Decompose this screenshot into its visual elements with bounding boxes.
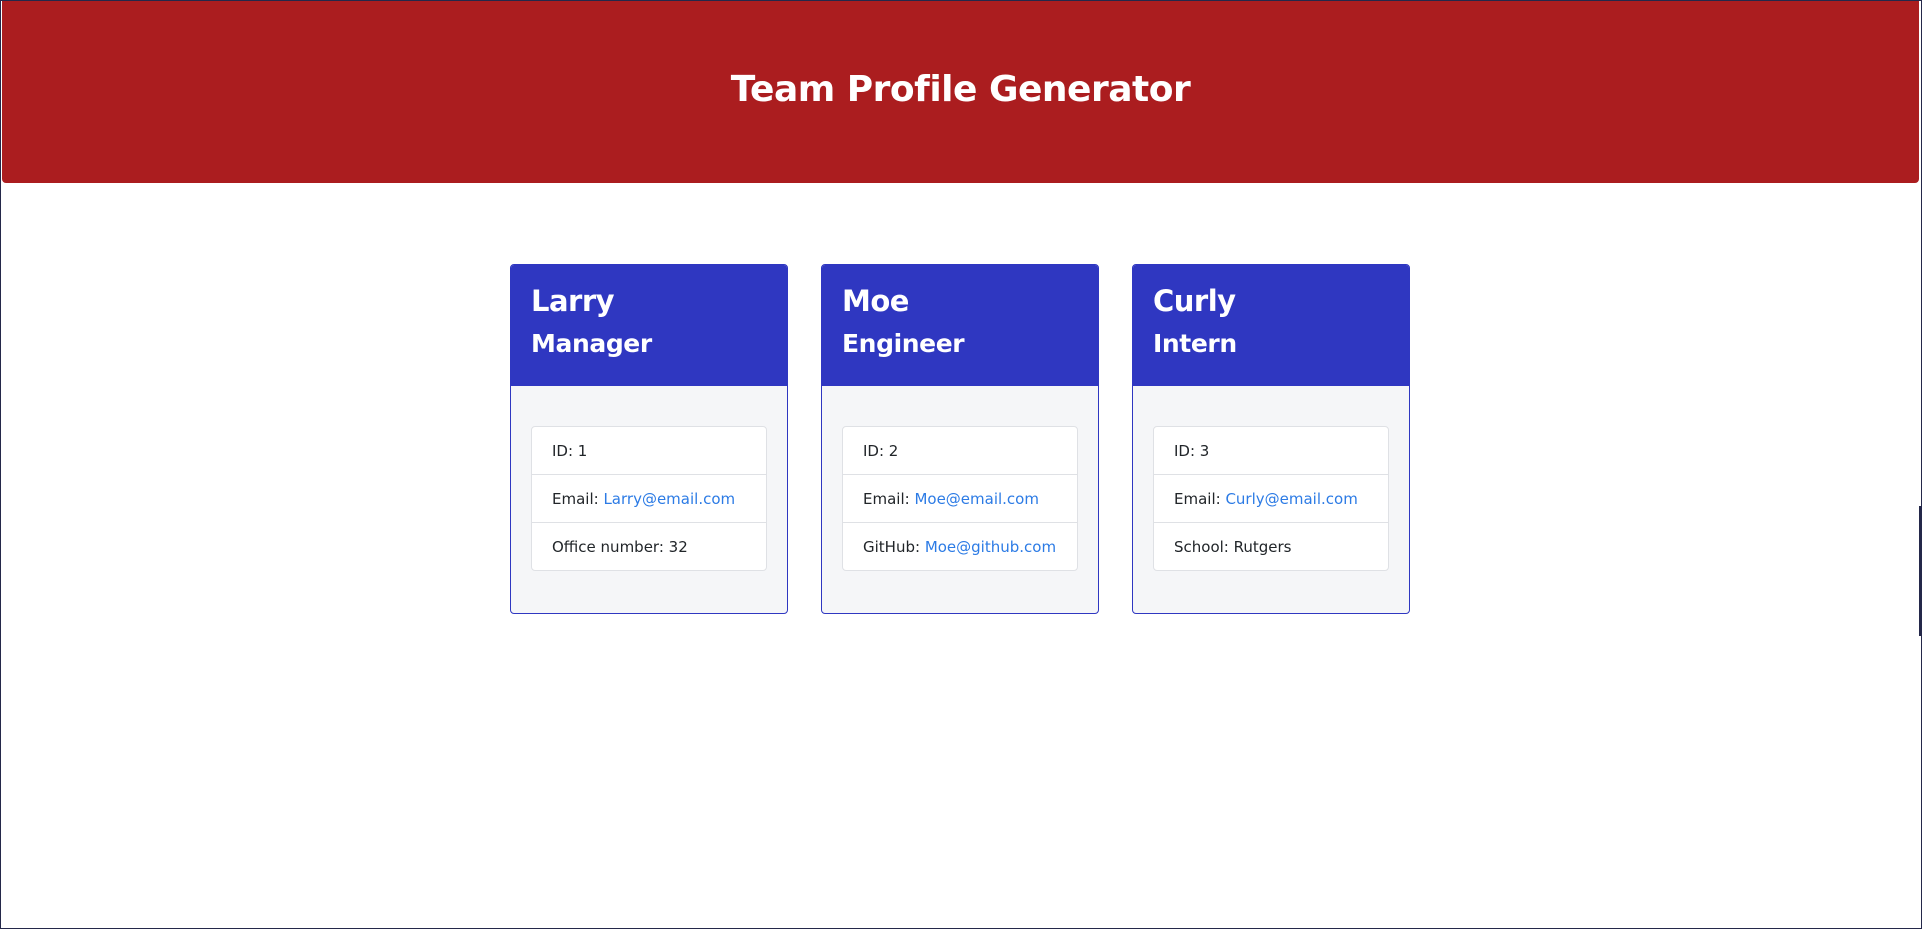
card-body: ID: 3 Email: Curly@email.com School: Rut… xyxy=(1133,386,1409,571)
header-banner: Team Profile Generator xyxy=(2,1,1919,183)
email-link[interactable]: Curly@email.com xyxy=(1225,490,1357,508)
employee-email: Email: Curly@email.com xyxy=(1154,474,1388,522)
employee-details: ID: 1 Email: Larry@email.com Office numb… xyxy=(531,426,767,571)
github-link[interactable]: Moe@github.com xyxy=(925,538,1056,556)
employee-role: Engineer xyxy=(842,329,965,358)
employee-card-manager: Larry Manager ID: 1 Email: Larry@email.c… xyxy=(510,264,788,614)
id-value: 3 xyxy=(1199,442,1210,460)
employee-card-engineer: Moe Engineer ID: 2 Email: Moe@email.com … xyxy=(821,264,1099,614)
page-frame: Team Profile Generator Larry Manager ID:… xyxy=(0,0,1922,929)
employee-github: GitHub: Moe@github.com xyxy=(843,522,1077,570)
team-cards: Larry Manager ID: 1 Email: Larry@email.c… xyxy=(510,264,1410,614)
employee-details: ID: 2 Email: Moe@email.com GitHub: Moe@g… xyxy=(842,426,1078,571)
employee-details: ID: 3 Email: Curly@email.com School: Rut… xyxy=(1153,426,1389,571)
card-header: Curly Intern xyxy=(1133,265,1409,386)
email-label: Email: xyxy=(1174,490,1226,508)
card-body: ID: 1 Email: Larry@email.com Office numb… xyxy=(511,386,787,571)
window-edge xyxy=(1919,506,1921,636)
employee-id: ID: 2 xyxy=(843,427,1077,474)
github-label: GitHub: xyxy=(863,538,925,556)
office-number-label: Office number: xyxy=(552,538,669,556)
email-link[interactable]: Moe@email.com xyxy=(914,490,1039,508)
employee-name: Curly xyxy=(1153,284,1236,318)
school-value: Rutgers xyxy=(1233,538,1292,556)
id-value: 2 xyxy=(888,442,899,460)
email-label: Email: xyxy=(863,490,915,508)
employee-office-number: Office number: 32 xyxy=(532,522,766,570)
employee-card-intern: Curly Intern ID: 3 Email: Curly@email.co… xyxy=(1132,264,1410,614)
id-label: ID: xyxy=(1174,442,1200,460)
employee-email: Email: Larry@email.com xyxy=(532,474,766,522)
employee-id: ID: 3 xyxy=(1154,427,1388,474)
card-body: ID: 2 Email: Moe@email.com GitHub: Moe@g… xyxy=(822,386,1098,571)
employee-school: School: Rutgers xyxy=(1154,522,1388,570)
page-title: Team Profile Generator xyxy=(730,68,1191,110)
id-label: ID: xyxy=(863,442,889,460)
office-number-value: 32 xyxy=(668,538,688,556)
employee-name: Moe xyxy=(842,284,909,318)
employee-name: Larry xyxy=(531,284,615,318)
card-header: Larry Manager xyxy=(511,265,787,386)
employee-email: Email: Moe@email.com xyxy=(843,474,1077,522)
employee-id: ID: 1 xyxy=(532,427,766,474)
school-label: School: xyxy=(1174,538,1234,556)
email-label: Email: xyxy=(552,490,604,508)
card-header: Moe Engineer xyxy=(822,265,1098,386)
id-label: ID: xyxy=(552,442,578,460)
employee-role: Manager xyxy=(531,329,652,358)
id-value: 1 xyxy=(577,442,588,460)
employee-role: Intern xyxy=(1153,329,1237,358)
email-link[interactable]: Larry@email.com xyxy=(603,490,735,508)
